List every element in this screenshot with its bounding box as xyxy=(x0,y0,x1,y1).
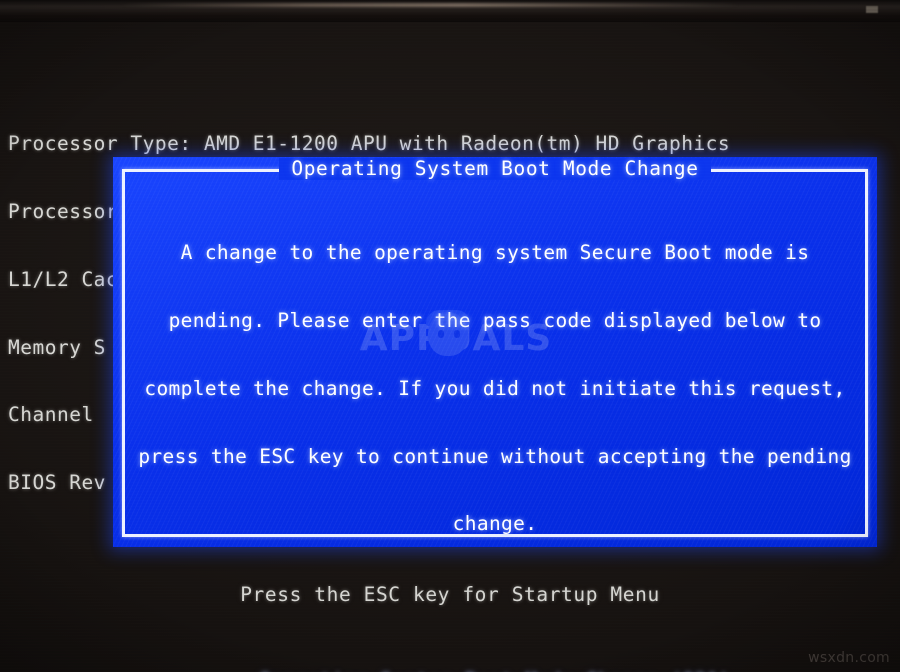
laptop-bezel xyxy=(0,0,900,22)
site-watermark: wsxdn.com xyxy=(808,650,890,666)
boot-mode-change-dialog: Operating System Boot Mode Change A chan… xyxy=(113,157,877,672)
dialog-message-line: pending. Please enter the pass code disp… xyxy=(168,308,822,332)
dialog-message-line: change. xyxy=(452,512,538,536)
startup-menu-prompt: Press the ESC key for Startup Menu xyxy=(240,583,660,606)
dialog-message-line: press the ESC key to continue without ac… xyxy=(138,444,852,468)
post-line-processor-type: Processor Type: AMD E1-1200 APU with Rad… xyxy=(8,132,731,156)
bezel-glint xyxy=(120,3,740,7)
bios-screen: Processor Type: AMD E1-1200 APU with Rad… xyxy=(0,0,900,672)
bezel-indicator xyxy=(866,6,878,13)
dialog-message-line: complete the change. If you did not init… xyxy=(144,376,846,400)
dialog-message-line: A change to the operating system Secure … xyxy=(180,241,810,265)
